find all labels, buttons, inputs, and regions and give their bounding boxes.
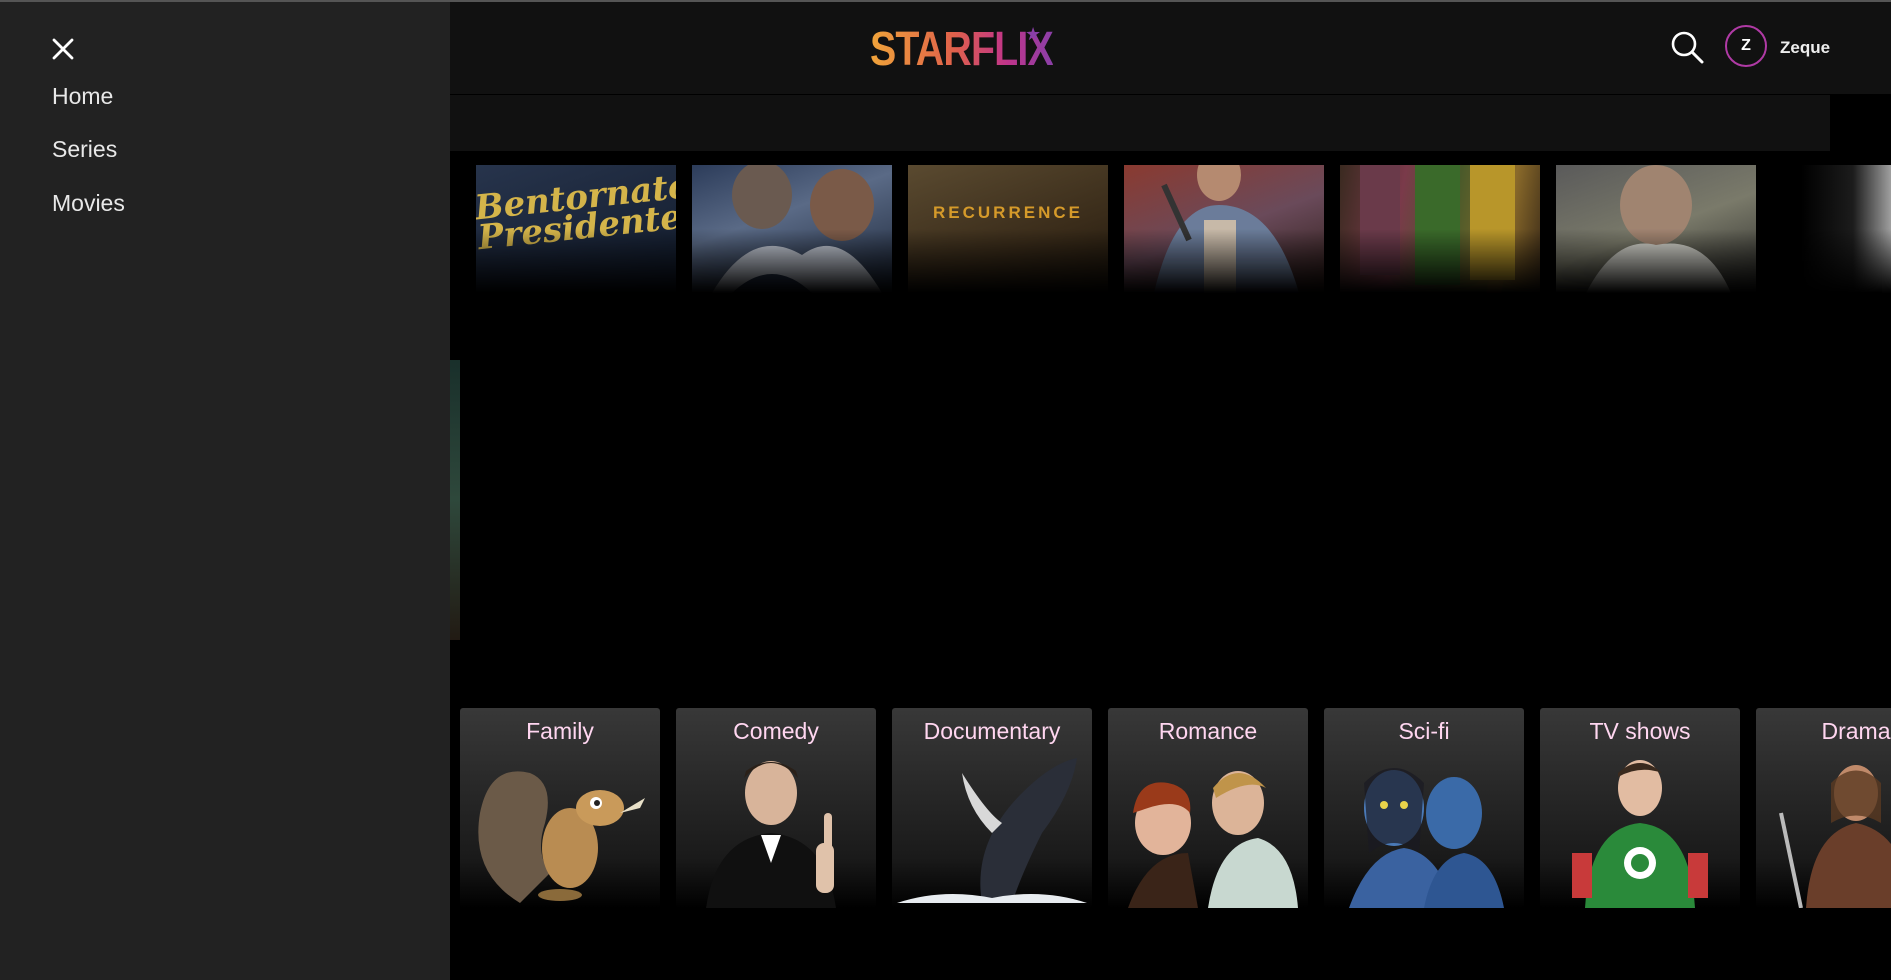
category-card-sci-fi[interactable]: Sci-fi xyxy=(1324,708,1524,908)
category-label: Drama xyxy=(1821,718,1891,744)
category-label: Documentary xyxy=(923,718,1061,744)
poster-artwork xyxy=(1360,165,1515,285)
category-label: Family xyxy=(526,718,594,744)
poster-card[interactable] xyxy=(692,165,892,293)
couple-image xyxy=(1128,771,1298,908)
whale-image xyxy=(897,758,1087,903)
close-icon[interactable] xyxy=(50,36,76,62)
poster-title: RECURRENCE xyxy=(933,203,1083,222)
side-navigation-drawer: Home Series Movies xyxy=(0,2,450,980)
poster-artwork xyxy=(712,165,882,293)
category-card-comedy[interactable]: Comedy xyxy=(676,708,876,908)
poster-card[interactable] xyxy=(1775,165,1891,293)
poster-artwork xyxy=(1586,165,1731,293)
featured-poster-row: Bentornato Presidente RECURRENCE xyxy=(440,165,1891,295)
poster-card[interactable] xyxy=(1556,165,1756,293)
category-card-tv-shows[interactable]: TV shows xyxy=(1540,708,1740,908)
user-name[interactable]: Zeque xyxy=(1780,38,1830,58)
nav-item-series[interactable]: Series xyxy=(52,136,117,163)
search-icon[interactable] xyxy=(1670,30,1704,64)
category-label: Comedy xyxy=(733,718,819,744)
poster-card[interactable]: Bentornato Presidente xyxy=(476,165,676,293)
logo-star-icon: ★ xyxy=(1025,24,1042,44)
squirrel-image xyxy=(478,771,645,903)
category-card-drama[interactable]: Drama xyxy=(1756,708,1891,908)
category-label: Romance xyxy=(1158,718,1258,744)
nav-item-movies[interactable]: Movies xyxy=(52,190,125,217)
warrior-image xyxy=(1779,765,1891,908)
comedian-image xyxy=(706,761,836,908)
category-card-family[interactable]: Family xyxy=(460,708,660,908)
poster-title: Bentornato Presidente xyxy=(476,166,676,259)
avatar-movie-image xyxy=(1349,768,1504,908)
nav-item-home[interactable]: Home xyxy=(52,83,113,110)
poster-card[interactable] xyxy=(1124,165,1324,293)
category-label: Sci-fi xyxy=(1398,718,1450,744)
category-card-documentary[interactable]: Documentary xyxy=(892,708,1092,908)
category-row: Family Comedy Documentary Romance Sci-fi… xyxy=(460,708,1891,908)
poster-card[interactable]: RECURRENCE xyxy=(908,165,1108,293)
poster-artwork xyxy=(1154,165,1299,293)
tv-character-image xyxy=(1572,760,1708,908)
secondary-bar xyxy=(440,95,1830,151)
category-label: TV shows xyxy=(1589,718,1691,744)
user-avatar[interactable]: Z xyxy=(1725,25,1767,67)
poster-card[interactable] xyxy=(1340,165,1540,293)
category-card-romance[interactable]: Romance xyxy=(1108,708,1308,908)
